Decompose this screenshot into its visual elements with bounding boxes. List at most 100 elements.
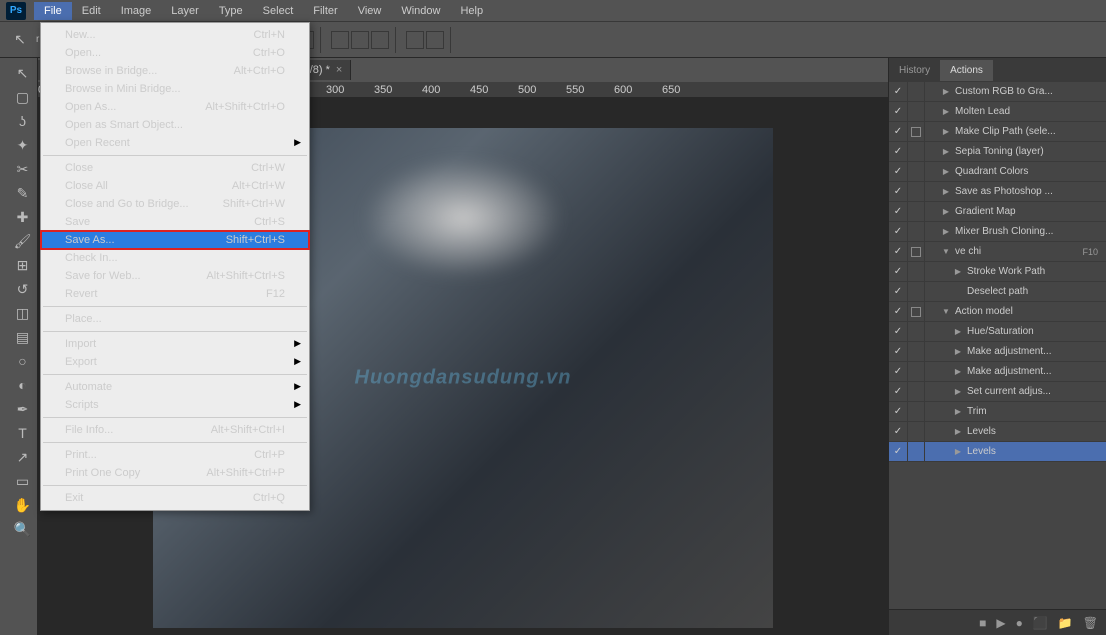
expand-arrow-icon[interactable]: ▶ [941,127,951,136]
expand-arrow-icon[interactable]: ▶ [953,407,963,416]
expand-arrow-icon[interactable]: ▶ [941,187,951,196]
menu-image[interactable]: Image [111,2,162,20]
menu-item-close[interactable]: CloseCtrl+W [41,159,309,177]
tool-pen[interactable]: ✒ [11,398,35,420]
action-check[interactable]: ✓ [889,306,907,317]
menu-filter[interactable]: Filter [303,2,347,20]
tool-blur[interactable]: ○ [11,350,35,372]
menu-item-scripts[interactable]: Scripts▶ [41,396,309,414]
expand-arrow-icon[interactable]: ▶ [953,427,963,436]
expand-arrow-icon[interactable]: ▼ [941,307,951,316]
menu-item-open[interactable]: Open...Ctrl+O [41,44,309,62]
action-check[interactable]: ✓ [889,266,907,277]
stop-icon[interactable]: ■ [979,616,986,630]
action-check[interactable]: ✓ [889,226,907,237]
menu-edit[interactable]: Edit [72,2,111,20]
action-check[interactable]: ✓ [889,426,907,437]
current-tool-icon[interactable]: ↖ [8,29,32,51]
menu-item-open-recent[interactable]: Open Recent▶ [41,134,309,152]
menu-item-automate[interactable]: Automate▶ [41,378,309,396]
action-row[interactable]: ✓▶Sepia Toning (layer) [889,142,1106,162]
action-check[interactable]: ✓ [889,126,907,137]
action-check[interactable]: ✓ [889,446,907,457]
action-dialog-toggle[interactable] [907,82,925,101]
action-dialog-toggle[interactable] [907,322,925,341]
menu-select[interactable]: Select [253,2,304,20]
action-dialog-toggle[interactable] [907,422,925,441]
menu-item-open-as[interactable]: Open As...Alt+Shift+Ctrl+O [41,98,309,116]
action-dialog-toggle[interactable] [907,442,925,461]
menu-item-exit[interactable]: ExitCtrl+Q [41,489,309,507]
action-row[interactable]: ✓▶Trim [889,402,1106,422]
action-check[interactable]: ✓ [889,386,907,397]
tool-heal[interactable]: ✚ [11,206,35,228]
panel-tab-history[interactable]: History [889,60,940,81]
action-dialog-toggle[interactable] [907,342,925,361]
menu-item-browse-in-mini-bridge[interactable]: Browse in Mini Bridge... [41,80,309,98]
menu-layer[interactable]: Layer [161,2,209,20]
action-check[interactable]: ✓ [889,286,907,297]
action-dialog-toggle[interactable] [907,402,925,421]
menu-item-print[interactable]: Print...Ctrl+P [41,446,309,464]
menu-item-save-as[interactable]: Save As...Shift+Ctrl+S [41,231,309,249]
tool-zoom[interactable]: 🔍 [11,518,35,540]
menu-item-save-for-web[interactable]: Save for Web...Alt+Shift+Ctrl+S [41,267,309,285]
tool-hand[interactable]: ✋ [11,494,35,516]
tool-eyedropper[interactable]: ✎ [11,182,35,204]
action-dialog-toggle[interactable] [907,102,925,121]
expand-arrow-icon[interactable]: ▶ [941,227,951,236]
play-icon[interactable]: ▶ [996,616,1005,630]
expand-arrow-icon[interactable]: ▶ [941,167,951,176]
action-row[interactable]: ✓▶Mixer Brush Cloning... [889,222,1106,242]
menu-item-browse-in-bridge[interactable]: Browse in Bridge...Alt+Ctrl+O [41,62,309,80]
action-row[interactable]: ✓▶Hue/Saturation [889,322,1106,342]
tool-path[interactable]: ↗ [11,446,35,468]
menu-item-print-one-copy[interactable]: Print One CopyAlt+Shift+Ctrl+P [41,464,309,482]
tool-move[interactable]: ↖ [11,62,35,84]
action-row[interactable]: ✓▶Levels [889,442,1106,462]
expand-arrow-icon[interactable]: ▶ [953,347,963,356]
menu-type[interactable]: Type [209,2,253,20]
action-row[interactable]: ✓▶Custom RGB to Gra... [889,82,1106,102]
tool-shape[interactable]: ▭ [11,470,35,492]
action-dialog-toggle[interactable] [907,222,925,241]
expand-arrow-icon[interactable]: ▼ [941,247,951,256]
action-dialog-toggle[interactable] [907,282,925,301]
menu-item-new[interactable]: New...Ctrl+N [41,26,309,44]
menu-item-save[interactable]: SaveCtrl+S [41,213,309,231]
menu-item-close-all[interactable]: Close AllAlt+Ctrl+W [41,177,309,195]
action-dialog-toggle[interactable] [907,122,925,141]
action-row[interactable]: ✓▶Gradient Map [889,202,1106,222]
action-row[interactable]: ✓▶Stroke Work Path [889,262,1106,282]
expand-arrow-icon[interactable]: ▶ [941,147,951,156]
delete-icon[interactable]: 🗑 [1083,616,1098,630]
action-dialog-toggle[interactable] [907,382,925,401]
menu-window[interactable]: Window [391,2,450,20]
menu-item-export[interactable]: Export▶ [41,353,309,371]
menu-item-import[interactable]: Import▶ [41,335,309,353]
action-check[interactable]: ✓ [889,326,907,337]
expand-arrow-icon[interactable]: ▶ [953,447,963,456]
menu-item-file-info[interactable]: File Info...Alt+Shift+Ctrl+I [41,421,309,439]
expand-arrow-icon[interactable]: ▶ [941,107,951,116]
action-check[interactable]: ✓ [889,206,907,217]
action-row[interactable]: ✓▼Action model [889,302,1106,322]
tool-eraser[interactable]: ◫ [11,302,35,324]
action-row[interactable]: ✓▶Quadrant Colors [889,162,1106,182]
menu-item-revert[interactable]: RevertF12 [41,285,309,303]
distribute-btn[interactable] [371,31,389,49]
action-check[interactable]: ✓ [889,406,907,417]
record-icon[interactable]: ● [1016,616,1023,630]
new-action-icon[interactable]: 📁 [1058,616,1073,630]
distribute-btn[interactable] [331,31,349,49]
tool-gradient[interactable]: ▤ [11,326,35,348]
action-row[interactable]: ✓▶Set current adjus... [889,382,1106,402]
action-row[interactable]: ✓▶Make adjustment... [889,342,1106,362]
tool-marquee[interactable]: ▢ [11,86,35,108]
action-dialog-toggle[interactable] [907,302,925,321]
tool-brush[interactable]: 🖌 [11,230,35,252]
action-row[interactable]: ✓▶Make Clip Path (sele... [889,122,1106,142]
new-set-icon[interactable]: ⬛ [1033,616,1048,630]
tool-type[interactable]: T [11,422,35,444]
tool-crop[interactable]: ✂ [11,158,35,180]
